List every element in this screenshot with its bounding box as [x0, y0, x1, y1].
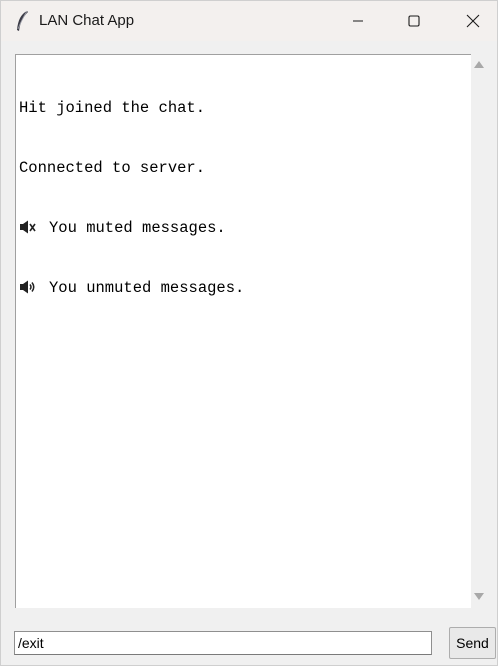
message-input[interactable] [14, 631, 432, 655]
minimize-icon [353, 20, 363, 22]
scroll-up-arrow-icon[interactable] [474, 61, 484, 68]
close-button[interactable] [450, 1, 496, 41]
maximize-icon [408, 15, 420, 27]
chat-window: LAN Chat App Hit joined the chat. Connec… [0, 0, 498, 666]
chat-message: Connected to server. [19, 158, 471, 178]
window-title: LAN Chat App [39, 12, 135, 29]
chat-message: You unmuted messages. [19, 278, 471, 298]
speaker-muted-icon [20, 220, 36, 234]
close-icon [466, 14, 480, 28]
chat-log: Hit joined the chat. Connected to server… [19, 58, 471, 608]
speaker-on-icon [20, 280, 35, 294]
chat-log-area[interactable]: Hit joined the chat. Connected to server… [15, 54, 471, 608]
chat-message-text: You muted messages. [49, 219, 226, 237]
send-button[interactable]: Send [449, 627, 496, 659]
chat-message-text: You unmuted messages. [49, 279, 245, 297]
maximize-button[interactable] [391, 1, 437, 41]
scroll-down-arrow-icon[interactable] [474, 593, 484, 600]
chat-message: You muted messages. [19, 218, 471, 238]
chat-message: Hit joined the chat. [19, 98, 471, 118]
title-bar[interactable]: LAN Chat App [1, 1, 497, 41]
chat-message-text: Hit joined the chat. [19, 99, 206, 117]
chat-scrollbar[interactable] [471, 54, 489, 608]
chat-message-text: Connected to server. [19, 159, 206, 177]
feather-icon [17, 10, 28, 31]
minimize-button[interactable] [335, 1, 381, 41]
